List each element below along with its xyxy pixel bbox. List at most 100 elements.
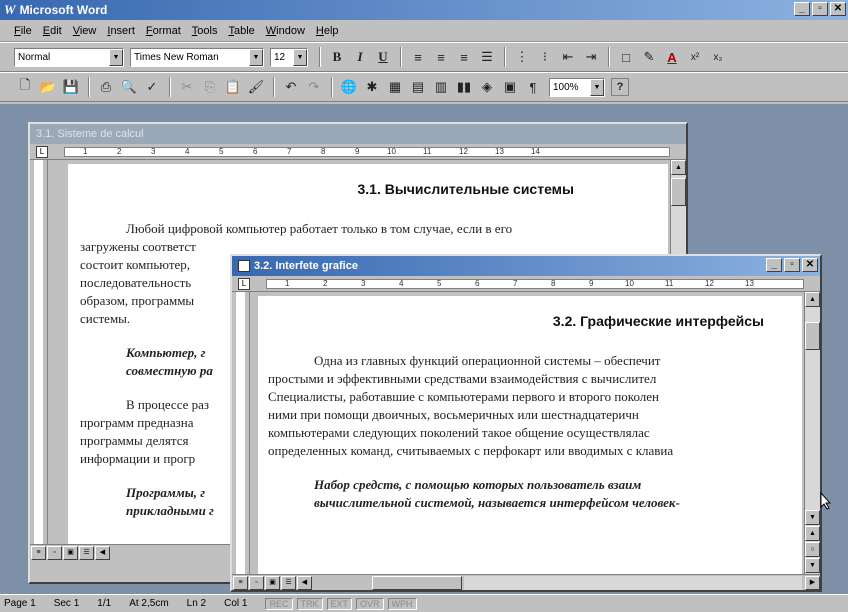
outline-view-icon[interactable]: ☰ [79, 545, 94, 560]
previous-page-icon[interactable]: ▲ [805, 526, 820, 541]
justify-icon[interactable]: ☰ [476, 46, 498, 68]
bold-button[interactable]: B [326, 46, 348, 68]
font-select[interactable]: Times New Roman ▼ [130, 47, 264, 67]
web-toolbar-icon[interactable]: ✱ [361, 76, 383, 98]
scroll-down-icon[interactable]: ▼ [805, 510, 820, 525]
maximize-button[interactable]: ▫ [812, 2, 828, 16]
web-layout-view-icon[interactable]: ▫ [47, 545, 62, 560]
menu-insert[interactable]: Insert [107, 25, 135, 37]
numbering-icon[interactable]: ⋮ [511, 46, 533, 68]
subscript-button[interactable]: x₂ [707, 46, 729, 68]
copy-icon[interactable]: ⎘ [199, 76, 221, 98]
chevron-down-icon[interactable]: ▼ [590, 78, 604, 96]
scroll-thumb[interactable] [671, 178, 686, 206]
superscript-button[interactable]: x² [684, 46, 706, 68]
minimize-button[interactable]: _ [794, 2, 810, 16]
print-layout-view-icon[interactable]: ▣ [63, 545, 78, 560]
center-icon[interactable]: ≡ [430, 46, 452, 68]
normal-view-icon[interactable]: ≡ [31, 545, 46, 560]
redo-icon[interactable]: ↷ [303, 76, 325, 98]
hyperlink-icon[interactable]: 🌐 [338, 76, 360, 98]
insert-table-icon[interactable]: ▤ [407, 76, 429, 98]
status-trk[interactable]: TRK [296, 597, 323, 610]
menu-file[interactable]: File [14, 25, 32, 37]
print-icon[interactable]: ⎙ [95, 76, 117, 98]
decrease-indent-icon[interactable]: ⇤ [557, 46, 579, 68]
document-map-icon[interactable]: ▣ [499, 76, 521, 98]
vertical-ruler[interactable] [232, 292, 250, 574]
document-title-bar[interactable]: 3.1. Sisteme de calcul [30, 124, 686, 144]
horizontal-ruler[interactable]: L 1 2 3 4 5 6 7 8 9 10 11 12 13 14 [30, 144, 686, 160]
spelling-icon[interactable]: ✓ [141, 76, 163, 98]
status-wph[interactable]: WPH [387, 597, 417, 610]
show-hide-pilcrow-icon[interactable]: ¶ [522, 76, 544, 98]
scroll-up-icon[interactable]: ▲ [805, 292, 820, 307]
underline-button[interactable]: U [372, 46, 394, 68]
select-browse-object-icon[interactable]: ○ [805, 542, 820, 557]
highlight-icon[interactable]: ✎ [638, 46, 660, 68]
help-icon[interactable]: ? [611, 78, 629, 96]
ruler-track[interactable]: 1 2 3 4 5 6 7 8 9 10 11 12 13 [266, 279, 804, 289]
vertical-ruler[interactable] [30, 160, 48, 544]
tables-borders-icon[interactable]: ▦ [384, 76, 406, 98]
menu-view[interactable]: View [73, 25, 97, 37]
paste-icon[interactable]: 📋 [222, 76, 244, 98]
scroll-thumb[interactable] [805, 322, 820, 350]
font-size-select[interactable]: 12 ▼ [270, 47, 308, 67]
style-select[interactable]: Normal ▼ [14, 47, 124, 67]
border-icon[interactable]: □ [615, 46, 637, 68]
bullets-icon[interactable]: ⁝ [534, 46, 556, 68]
chevron-down-icon[interactable]: ▼ [249, 48, 263, 66]
drawing-icon[interactable]: ◈ [476, 76, 498, 98]
menu-window[interactable]: Window [266, 25, 305, 37]
save-icon[interactable]: 💾 [60, 76, 82, 98]
scroll-up-icon[interactable]: ▲ [671, 160, 686, 175]
menu-table[interactable]: Table [228, 25, 254, 37]
outline-view-icon[interactable]: ☰ [281, 575, 296, 590]
horizontal-scrollbar[interactable]: ≡ ▫ ▣ ☰ ◀ ▶ [232, 574, 820, 590]
document-window-3-2[interactable]: 3.2. Interfete grafice _ ▫ ✕ L 1 2 3 4 5… [230, 254, 822, 592]
zoom-select[interactable]: 100% ▼ [549, 77, 605, 97]
web-layout-view-icon[interactable]: ▫ [249, 575, 264, 590]
chevron-down-icon[interactable]: ▼ [293, 48, 307, 66]
print-preview-icon[interactable]: 🔍 [118, 76, 140, 98]
open-folder-icon[interactable]: 📂 [37, 76, 59, 98]
status-ext[interactable]: EXT [326, 597, 353, 610]
status-ovr[interactable]: OVR [356, 597, 384, 610]
cut-icon[interactable]: ✂ [176, 76, 198, 98]
horizontal-ruler[interactable]: L 1 2 3 4 5 6 7 8 9 10 11 12 13 [232, 276, 820, 292]
menu-tools[interactable]: Tools [192, 25, 218, 37]
document-page[interactable]: 3.2. Графические интерфейсы Одна из глав… [258, 296, 802, 574]
menu-format[interactable]: Format [146, 25, 181, 37]
align-right-icon[interactable]: ≡ [453, 46, 475, 68]
menu-edit[interactable]: Edit [43, 25, 62, 37]
minimize-button[interactable]: _ [766, 258, 782, 272]
ruler-track[interactable]: 1 2 3 4 5 6 7 8 9 10 11 12 13 14 [64, 147, 670, 157]
next-page-icon[interactable]: ▼ [805, 558, 820, 573]
italic-button[interactable]: I [349, 46, 371, 68]
normal-view-icon[interactable]: ≡ [233, 575, 248, 590]
tab-selector-icon[interactable]: L [238, 278, 250, 290]
align-left-icon[interactable]: ≡ [407, 46, 429, 68]
chevron-down-icon[interactable]: ▼ [109, 48, 123, 66]
new-document-icon[interactable]: 🗋 [14, 76, 36, 98]
columns-icon[interactable]: ▮▮ [453, 76, 475, 98]
increase-indent-icon[interactable]: ⇥ [580, 46, 602, 68]
scroll-left-icon[interactable]: ◀ [95, 545, 110, 560]
format-painter-icon[interactable]: 🖌 [245, 76, 267, 98]
status-rec[interactable]: REC [265, 597, 293, 610]
vertical-scrollbar[interactable]: ▲ ▼ ▲ ○ ▼ [804, 292, 820, 574]
document-title-bar[interactable]: 3.2. Interfete grafice _ ▫ ✕ [232, 256, 820, 276]
maximize-button[interactable]: ▫ [784, 258, 800, 272]
font-color-button[interactable]: A [661, 46, 683, 68]
insert-excel-icon[interactable]: ▥ [430, 76, 452, 98]
print-layout-view-icon[interactable]: ▣ [265, 575, 280, 590]
undo-icon[interactable]: ↶ [280, 76, 302, 98]
close-button[interactable]: ✕ [830, 2, 846, 16]
scroll-left-icon[interactable]: ◀ [297, 575, 312, 590]
scroll-right-icon[interactable]: ▶ [805, 575, 820, 590]
close-button[interactable]: ✕ [802, 258, 818, 272]
tab-selector-icon[interactable]: L [36, 146, 48, 158]
horizontal-scroll-thumb[interactable] [372, 575, 462, 590]
app-title-bar[interactable]: W Microsoft Word _ ▫ ✕ [0, 0, 848, 20]
